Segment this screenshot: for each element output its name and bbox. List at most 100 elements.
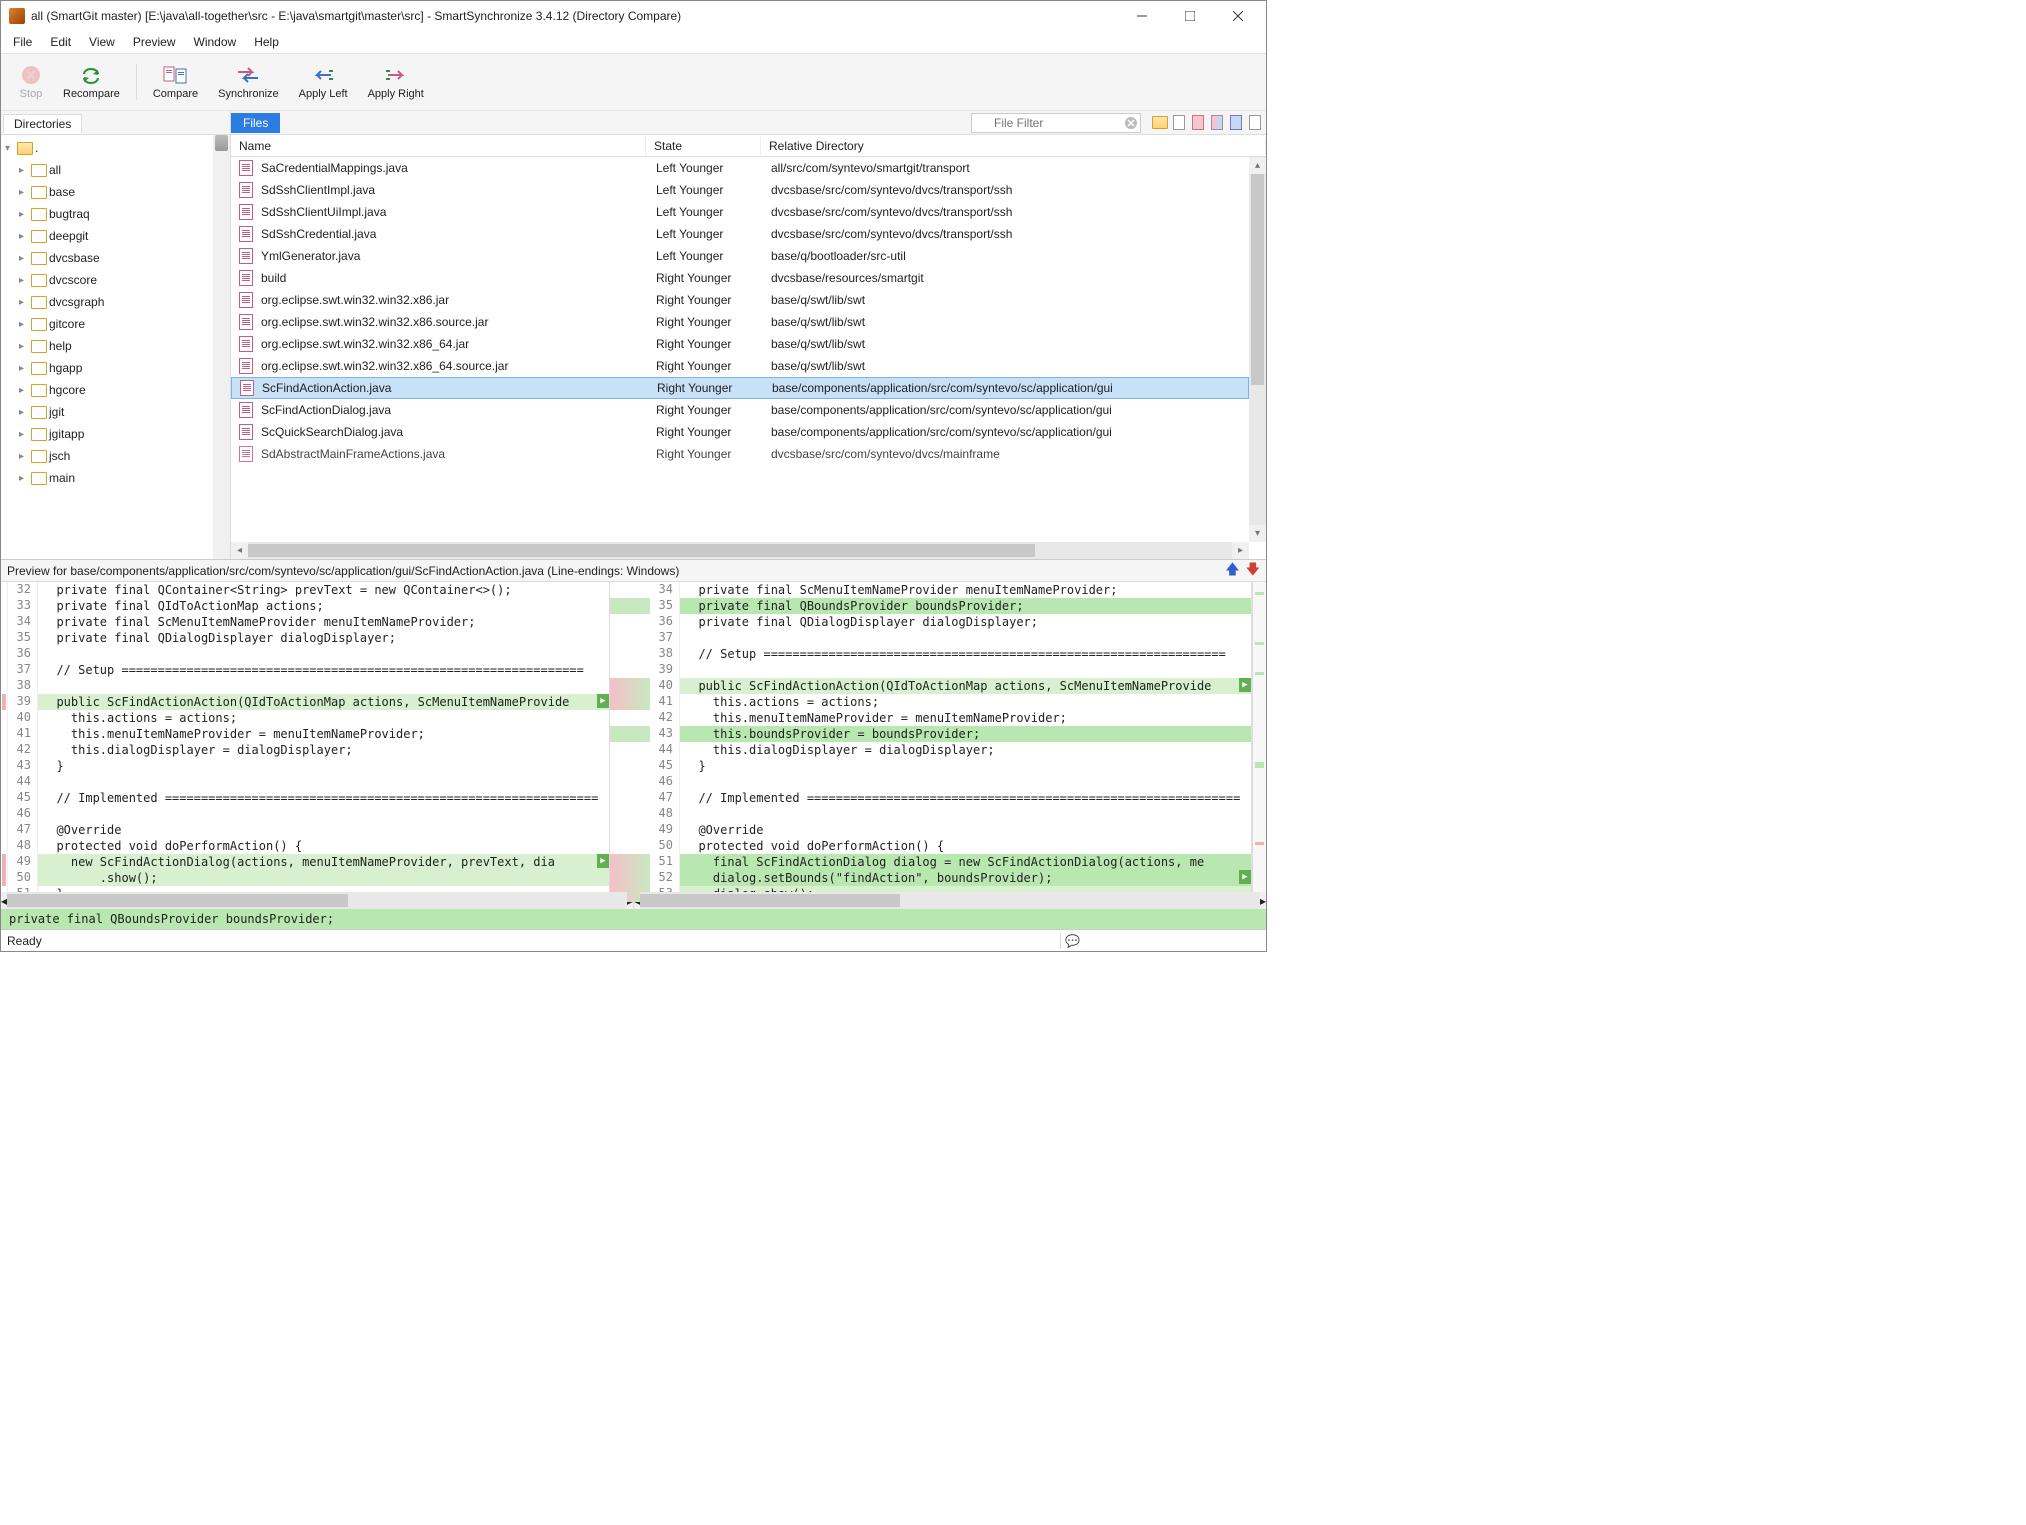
file-row[interactable]: SaCredentialMappings.javaLeft Youngerall…: [231, 157, 1249, 179]
file-list-header: Name State Relative Directory: [231, 135, 1266, 157]
folder-icon: [31, 472, 47, 485]
file-row[interactable]: ScQuickSearchDialog.javaRight Youngerbas…: [231, 421, 1249, 443]
file-icon: [239, 424, 253, 440]
file-row[interactable]: buildRight Youngerdvcsbase/resources/sma…: [231, 267, 1249, 289]
tree-item[interactable]: ▸bugtraq: [1, 203, 230, 225]
file-row[interactable]: org.eclipse.swt.win32.win32.x86_64.jarRi…: [231, 333, 1249, 355]
tree-item[interactable]: ▸jgit: [1, 401, 230, 423]
stop-button: Stop: [9, 62, 53, 102]
file-icon: [239, 204, 253, 220]
status-bar: Ready 💬: [1, 929, 1266, 951]
tree-item[interactable]: ▸base: [1, 181, 230, 203]
maximize-button[interactable]: [1176, 6, 1204, 26]
file-icon: [239, 226, 253, 242]
folder-icon: [31, 318, 47, 331]
tree-item[interactable]: ▸dvcscore: [1, 269, 230, 291]
minimize-button[interactable]: [1128, 6, 1156, 26]
col-name[interactable]: Name: [231, 137, 646, 155]
doc-blue-icon: [1230, 115, 1242, 130]
tree-item[interactable]: ▸gitcore: [1, 313, 230, 335]
file-row[interactable]: SdSshClientUiImpl.javaLeft Youngerdvcsba…: [231, 201, 1249, 223]
window-title: all (SmartGit master) [E:\java\all-toget…: [31, 9, 681, 23]
menu-help[interactable]: Help: [246, 33, 287, 51]
filter-pink-button[interactable]: [1189, 113, 1207, 133]
file-list-hscroll[interactable]: ◂▸: [231, 542, 1249, 559]
tree-item[interactable]: ▸help: [1, 335, 230, 357]
tree-item[interactable]: ▸deepgit: [1, 225, 230, 247]
tree-item[interactable]: ▸hgcore: [1, 379, 230, 401]
diff-minimap[interactable]: [1252, 582, 1266, 892]
menu-window[interactable]: Window: [186, 33, 245, 51]
file-list[interactable]: SaCredentialMappings.javaLeft Youngerall…: [231, 157, 1266, 559]
file-row[interactable]: SdSshCredential.javaLeft Youngerdvcsbase…: [231, 223, 1249, 245]
tree-root[interactable]: ▾.: [1, 137, 230, 159]
tree-item[interactable]: ▸hgapp: [1, 357, 230, 379]
folder-icon: [31, 186, 47, 199]
file-row[interactable]: YmlGenerator.javaLeft Youngerbase/q/boot…: [231, 245, 1249, 267]
file-row[interactable]: org.eclipse.swt.win32.win32.x86.source.j…: [231, 311, 1249, 333]
files-tab[interactable]: Files: [231, 113, 280, 133]
apply-right-button[interactable]: Apply Right: [358, 62, 434, 102]
file-row[interactable]: SdAbstractMainFrameActions.javaRight You…: [231, 443, 1249, 465]
filter-pinkblue-button[interactable]: [1208, 113, 1226, 133]
tree-item[interactable]: ▸all: [1, 159, 230, 181]
doc-pink-icon: [1192, 115, 1204, 130]
file-icon: [239, 314, 253, 330]
comment-icon: 💬: [1065, 934, 1080, 948]
apply-right-icon: [384, 64, 408, 86]
preview-title: Preview for base/components/application/…: [7, 564, 679, 578]
filter-blank2-button[interactable]: [1246, 113, 1264, 133]
menu-file[interactable]: File: [5, 33, 40, 51]
dir-scrollbar[interactable]: [213, 135, 230, 559]
folder-icon: [31, 450, 47, 463]
file-row[interactable]: org.eclipse.swt.win32.win32.x86_64.sourc…: [231, 355, 1249, 377]
filter-folder-button[interactable]: [1151, 113, 1169, 133]
menu-view[interactable]: View: [81, 33, 123, 51]
col-state[interactable]: State: [646, 137, 761, 155]
prev-diff-button[interactable]: 🡅: [1225, 559, 1239, 583]
file-row[interactable]: org.eclipse.swt.win32.win32.x86.jarRight…: [231, 289, 1249, 311]
file-icon: [240, 380, 254, 396]
menu-preview[interactable]: Preview: [125, 33, 184, 51]
app-window: all (SmartGit master) [E:\java\all-toget…: [0, 0, 1267, 952]
apply-left-button[interactable]: Apply Left: [289, 62, 358, 102]
synchronize-button[interactable]: Synchronize: [208, 62, 289, 102]
file-icon: [239, 402, 253, 418]
file-row[interactable]: ScFindActionDialog.javaRight Youngerbase…: [231, 399, 1249, 421]
doc-pinkblue-icon: [1211, 115, 1223, 130]
directory-tree[interactable]: ▾. ▸all▸base▸bugtraq▸deepgit▸dvcsbase▸dv…: [1, 135, 230, 559]
file-row[interactable]: SdSshClientImpl.javaLeft Youngerdvcsbase…: [231, 179, 1249, 201]
tree-item[interactable]: ▸dvcsgraph: [1, 291, 230, 313]
tree-item[interactable]: ▸dvcsbase: [1, 247, 230, 269]
col-relative-dir[interactable]: Relative Directory: [761, 137, 1266, 155]
filter-blue-button[interactable]: [1227, 113, 1245, 133]
menu-edit[interactable]: Edit: [42, 33, 79, 51]
directories-panel: Directories ▾. ▸all▸base▸bugtraq▸deepgit…: [1, 111, 231, 559]
folder-icon: [31, 164, 47, 177]
recompare-button[interactable]: Recompare: [53, 62, 130, 102]
right-pane[interactable]: 3435363738394041424344454647484950515253…: [650, 582, 1252, 892]
tree-item[interactable]: ▸jgitapp: [1, 423, 230, 445]
left-change-bar: [1, 582, 8, 892]
synchronize-icon: [236, 64, 260, 86]
app-logo-icon: [9, 8, 25, 24]
tree-item[interactable]: ▸main: [1, 467, 230, 489]
folder-icon: [31, 428, 47, 441]
file-list-vscroll[interactable]: ▴▾: [1249, 157, 1266, 542]
compare-icon: [163, 64, 187, 86]
folder-icon: [1152, 116, 1168, 129]
folder-open-icon: [17, 142, 33, 155]
folder-icon: [31, 230, 47, 243]
diff-view: 3233343536373839404142434445464748495051…: [1, 582, 1266, 892]
clear-filter-icon[interactable]: [1124, 116, 1138, 130]
filter-blank-button[interactable]: [1170, 113, 1188, 133]
tree-item[interactable]: ▸jsch: [1, 445, 230, 467]
file-filter-input[interactable]: [971, 113, 1141, 133]
left-pane[interactable]: 3233343536373839404142434445464748495051…: [8, 582, 610, 892]
close-button[interactable]: [1224, 6, 1252, 26]
file-row[interactable]: ScFindActionAction.javaRight Youngerbase…: [231, 377, 1249, 399]
preview-panel: Preview for base/components/application/…: [1, 559, 1266, 929]
next-diff-button[interactable]: 🡇: [1246, 559, 1260, 583]
directories-tab[interactable]: Directories: [3, 114, 82, 134]
compare-button[interactable]: Compare: [143, 62, 208, 102]
